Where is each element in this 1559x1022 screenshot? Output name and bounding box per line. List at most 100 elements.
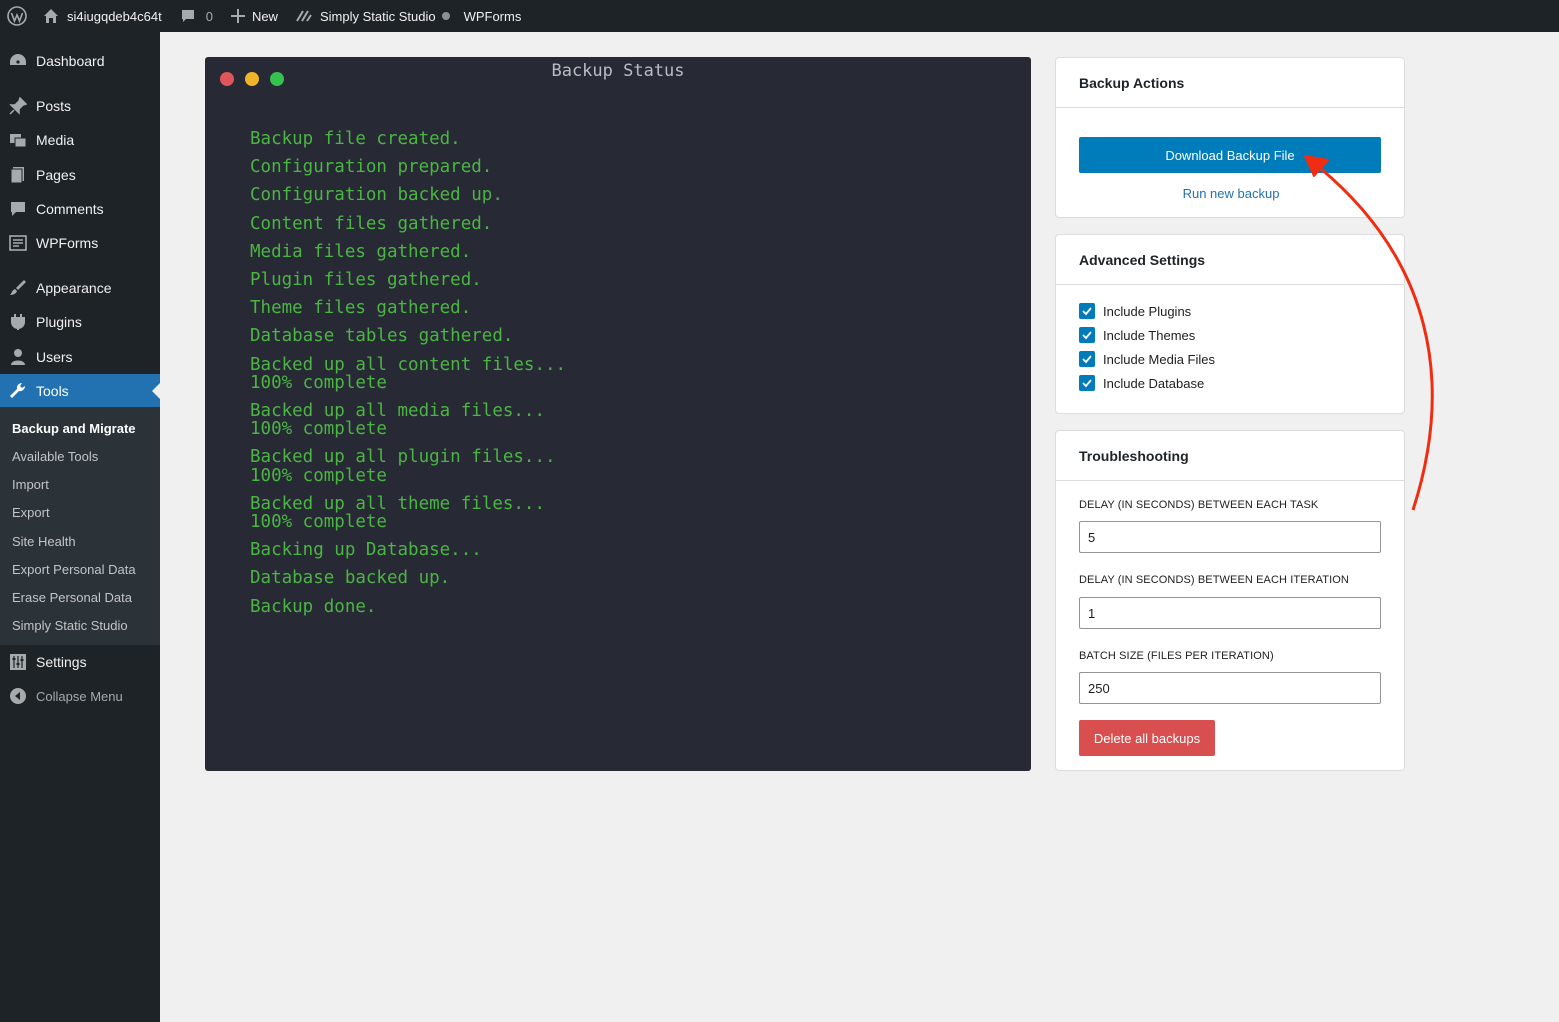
wordpress-logo-icon[interactable] (0, 0, 35, 32)
download-backup-button[interactable]: Download Backup File (1079, 137, 1381, 173)
admin-bar: si4iugqdeb4c64t 0 New Simply Static Stud… (0, 0, 1559, 32)
sidebar-item-label: Pages (36, 167, 76, 183)
sidebar-item-label: Plugins (36, 314, 82, 330)
log-line: Backup file created. (250, 129, 461, 149)
checkbox-label: Include Themes (1103, 327, 1196, 343)
simply-static-studio-link[interactable]: Simply Static Studio (286, 0, 458, 32)
checkbox-label: Include Plugins (1103, 303, 1192, 319)
log-line: Backed up all theme files... (250, 494, 546, 514)
sidebar-item-pages[interactable]: Pages (0, 158, 160, 192)
log-line: Theme files gathered. (250, 298, 472, 318)
sidebar-item-label: Comments (36, 201, 104, 217)
include-media-files-checkbox[interactable]: Include Media Files (1079, 350, 1215, 368)
admin-sidebar: Dashboard Posts Media Pages Comments WPF… (0, 32, 160, 1022)
sidebar-item-label: Settings (36, 654, 87, 670)
log-line: Plugin files gathered. (250, 270, 482, 290)
include-themes-checkbox[interactable]: Include Themes (1079, 326, 1195, 344)
iteration-delay-input[interactable]: 1 (1079, 597, 1381, 629)
submenu-item-simply-static-studio[interactable]: Simply Static Studio (12, 618, 128, 633)
sidebar-item-label: WPForms (36, 235, 99, 251)
sidebar-item-posts[interactable]: Posts (0, 89, 160, 123)
active-menu-arrow (152, 383, 160, 399)
wrench-icon (0, 382, 36, 400)
checkbox-label: Include Media Files (1103, 351, 1215, 367)
tools-submenu: Backup and Migrate Available Tools Impor… (0, 407, 160, 645)
comment-icon (0, 200, 36, 218)
advanced-settings-panel: Advanced Settings Include Plugins Includ… (1055, 234, 1405, 414)
batch-size-input[interactable]: 250 (1079, 672, 1381, 704)
panel-title: Backup Actions (1056, 58, 1404, 108)
new-label: New (251, 8, 278, 24)
new-content-link[interactable]: New (221, 0, 286, 32)
submenu-item-backup-and-migrate[interactable]: Backup and Migrate (12, 421, 136, 436)
include-database-checkbox[interactable]: Include Database (1079, 374, 1204, 392)
troubleshooting-panel: Troubleshooting DELAY (IN SECONDS) BETWE… (1055, 430, 1405, 771)
run-new-backup-link[interactable]: Run new backup (1056, 186, 1406, 201)
collapse-menu-button[interactable]: Collapse Menu (0, 679, 160, 713)
log-line: 100% complete (250, 373, 387, 393)
panel-title: Advanced Settings (1056, 235, 1404, 285)
delete-all-backups-button[interactable]: Delete all backups (1079, 720, 1215, 756)
sidebar-item-dashboard[interactable]: Dashboard (0, 44, 160, 78)
task-delay-label: DELAY (IN SECONDS) BETWEEN EACH TASK (1079, 499, 1319, 511)
checkbox-label: Include Database (1103, 375, 1205, 391)
comments-link[interactable]: 0 (170, 0, 221, 32)
sidebar-item-tools[interactable]: Tools (0, 374, 160, 408)
sidebar-item-appearance[interactable]: Appearance (0, 271, 160, 305)
sidebar-item-label: Posts (36, 98, 72, 114)
home-icon (43, 8, 59, 24)
brush-icon (0, 279, 36, 297)
log-line: Backup done. (250, 597, 377, 617)
include-plugins-checkbox[interactable]: Include Plugins (1079, 302, 1191, 320)
checkbox-checked-icon[interactable] (1079, 375, 1095, 391)
submenu-item-erase-personal-data[interactable]: Erase Personal Data (12, 590, 132, 605)
comments-count: 0 (205, 8, 213, 24)
sidebar-item-users[interactable]: Users (0, 340, 160, 374)
checkbox-checked-icon[interactable] (1079, 351, 1095, 367)
simply-static-logo-icon (296, 9, 312, 23)
log-line: 100% complete (250, 466, 387, 486)
form-icon (0, 234, 36, 252)
sidebar-item-media[interactable]: Media (0, 123, 160, 157)
log-line: Backed up all media files... (250, 401, 546, 421)
submenu-item-export[interactable]: Export (12, 505, 50, 520)
sidebar-item-wpforms[interactable]: WPForms (0, 226, 160, 260)
status-dot-icon (441, 12, 450, 20)
log-line: Configuration backed up. (250, 185, 503, 205)
pin-icon (0, 97, 36, 115)
sidebar-item-plugins[interactable]: Plugins (0, 305, 160, 339)
iteration-delay-label: DELAY (IN SECONDS) BETWEEN EACH ITERATIO… (1079, 574, 1349, 586)
backup-actions-panel: Backup Actions Download Backup File Run … (1055, 57, 1405, 218)
submenu-item-site-health[interactable]: Site Health (12, 534, 76, 549)
log-line: 100% complete (250, 419, 387, 439)
sidebar-item-comments[interactable]: Comments (0, 192, 160, 226)
submenu-item-import[interactable]: Import (12, 477, 49, 492)
comment-bubble-icon (180, 8, 196, 24)
log-line: Database tables gathered. (250, 326, 514, 346)
log-line: 100% complete (250, 512, 387, 532)
checkbox-checked-icon[interactable] (1079, 327, 1095, 343)
collapse-arrow-icon (0, 687, 36, 705)
log-line: Backed up all plugin files... (250, 447, 556, 467)
backup-status-terminal: Backup Status Backup file created. Config… (205, 57, 1031, 771)
log-line: Configuration prepared. (250, 157, 493, 177)
terminal-title: Backup Status (551, 61, 685, 81)
panel-title: Troubleshooting (1056, 431, 1404, 481)
media-icon (0, 131, 36, 149)
task-delay-input[interactable]: 5 (1079, 521, 1381, 553)
sidebar-item-label: Tools (36, 383, 69, 399)
sidebar-item-label: Appearance (36, 280, 112, 296)
checkbox-checked-icon[interactable] (1079, 303, 1095, 319)
sidebar-item-label: Dashboard (36, 53, 105, 69)
sidebar-item-label: Media (36, 132, 75, 148)
sidebar-item-settings[interactable]: Settings (0, 645, 160, 679)
sliders-icon (0, 653, 36, 671)
submenu-item-export-personal-data[interactable]: Export Personal Data (12, 562, 136, 577)
log-line: Backed up all content files... (250, 355, 567, 375)
dashboard-icon (0, 52, 36, 70)
site-name-link[interactable]: si4iugqdeb4c64t (35, 0, 170, 32)
submenu-item-available-tools[interactable]: Available Tools (12, 449, 98, 464)
plus-icon (230, 9, 245, 23)
user-icon (0, 348, 36, 366)
wpforms-link[interactable]: WPForms (458, 0, 530, 32)
